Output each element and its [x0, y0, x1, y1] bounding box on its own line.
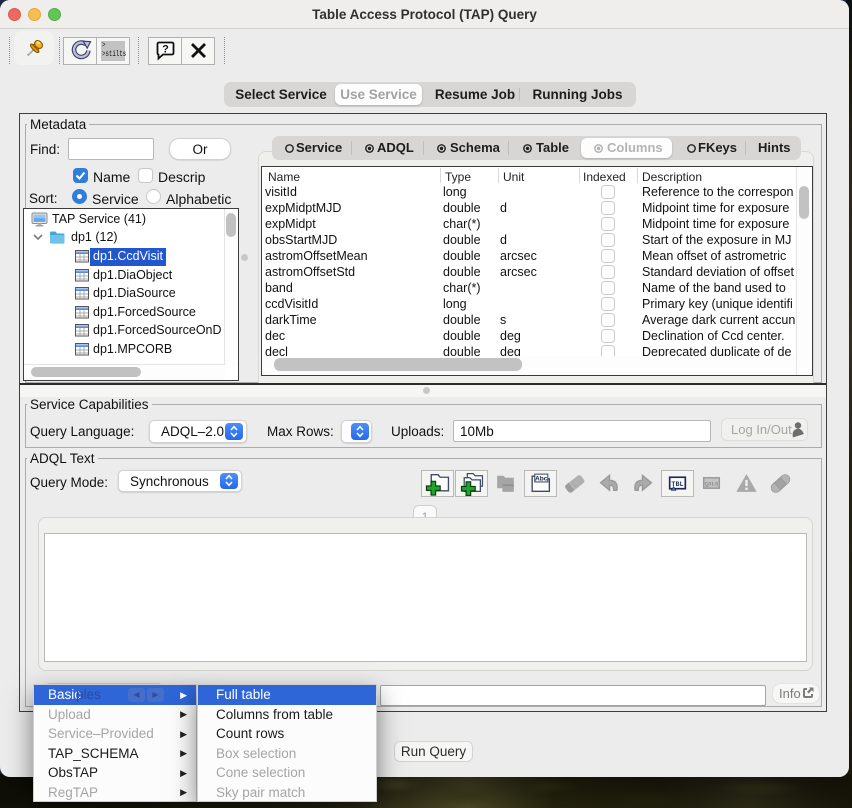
svg-text:Abc: Abc — [535, 476, 548, 483]
svg-text:?: ? — [162, 44, 169, 56]
